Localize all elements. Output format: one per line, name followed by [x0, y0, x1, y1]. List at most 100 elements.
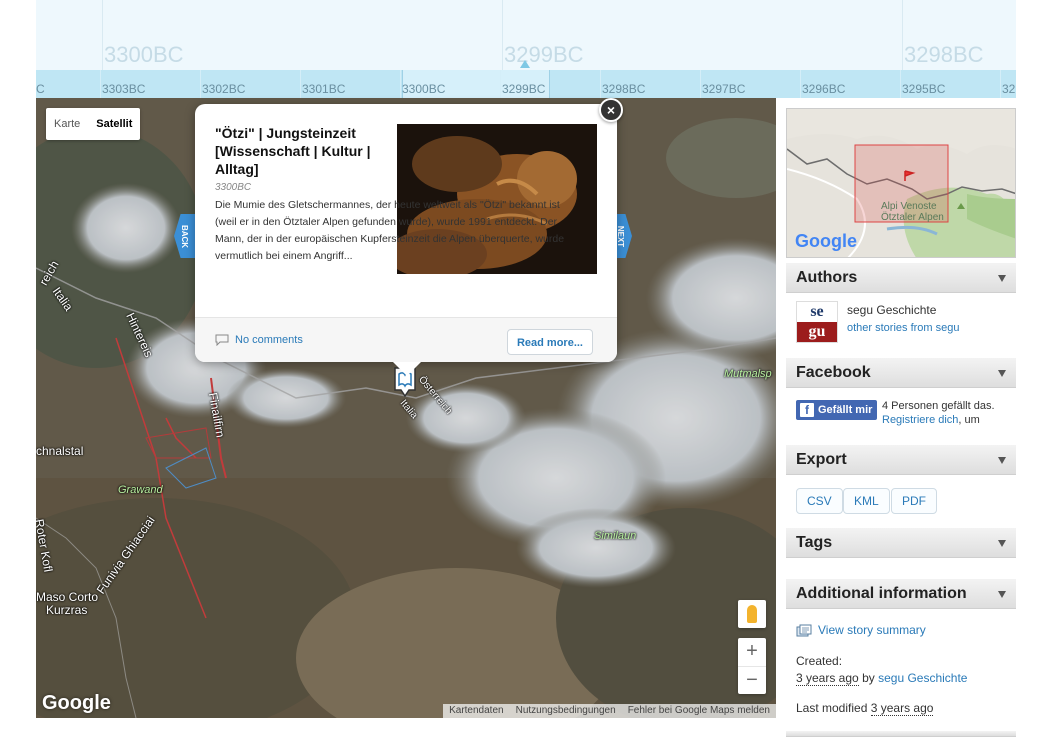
map-type-control: Karte Satellit	[46, 108, 141, 140]
map-type-satellit-button[interactable]: Satellit	[88, 108, 140, 140]
timeline-minor-tick	[300, 70, 301, 98]
created-line: 3 years ago by segu Geschichte	[796, 671, 967, 686]
register-suffix: , um	[958, 414, 980, 426]
timeline-minor-tick	[700, 70, 701, 98]
collapse-arrow-icon	[998, 591, 1006, 598]
modified-line: Last modified 3 years ago	[796, 701, 934, 716]
collapse-arrow-icon	[998, 540, 1006, 547]
comment-icon	[215, 334, 229, 346]
other-stories-link[interactable]: other stories from segu	[847, 322, 960, 334]
authors-section-header[interactable]: Authors	[786, 263, 1016, 293]
tags-section-header[interactable]: Tags	[786, 528, 1016, 558]
export-kml-button[interactable]: KML	[843, 488, 890, 514]
read-more-button[interactable]: Read more...	[506, 329, 593, 355]
timeline-minor-tick	[500, 70, 501, 98]
timeline-minor-tick	[1000, 70, 1001, 98]
story-popup: "Ötzi" | Jungsteinzeit [Wissenschaft | K…	[195, 98, 623, 376]
timeline-event-marker[interactable]	[520, 60, 530, 68]
timeline-minor-label: 3299BC	[502, 82, 546, 96]
modified-label: Last modified	[796, 701, 868, 715]
timeline-major-tick	[102, 0, 103, 70]
facebook-like-button[interactable]: f Gefällt mir	[796, 400, 877, 420]
report-error-link[interactable]: Fehler bei Google Maps melden	[628, 704, 770, 718]
facebook-like-label: Gefällt mir	[818, 404, 873, 416]
timeline-minor-label: 3298BC	[602, 82, 646, 96]
timeline-minor-label: 3295BC	[902, 82, 946, 96]
minimap-google-logo: Google	[795, 231, 857, 252]
view-story-summary-link[interactable]: View story summary	[818, 623, 926, 637]
export-section-header[interactable]: Export	[786, 445, 1016, 475]
timeline-major-tick	[902, 0, 903, 70]
google-logo: Google	[42, 692, 111, 714]
tags-heading: Tags	[796, 534, 833, 551]
map-data-link[interactable]: Kartendaten	[449, 704, 504, 718]
map-place-label: Grawand	[118, 484, 163, 496]
terms-link[interactable]: Nutzungsbedingungen	[516, 704, 616, 718]
created-label: Created:	[796, 654, 843, 668]
timeline[interactable]: 3300BC 3299BC 3298BC C 3303BC 3302BC 330…	[36, 0, 1016, 98]
overview-minimap[interactable]: Alpi Venoste Ötztaler Alpen Google	[786, 108, 1016, 258]
register-link[interactable]: Registriere dich	[882, 414, 958, 426]
author-name: segu Geschichte	[847, 303, 937, 317]
export-csv-button[interactable]: CSV	[796, 488, 843, 514]
timeline-minor-label: 3296BC	[802, 82, 846, 96]
authors-heading: Authors	[796, 269, 858, 286]
avatar-text-top: se	[810, 303, 824, 320]
comments-link[interactable]: No comments	[215, 334, 303, 346]
timeline-minor-label: 3303BC	[102, 82, 146, 96]
zoom-in-button[interactable]: +	[738, 638, 766, 666]
popup-date: 3300BC	[215, 182, 252, 193]
timeline-minor-label: C	[36, 82, 45, 96]
collapse-arrow-icon	[998, 370, 1006, 377]
map-type-karte-button[interactable]: Karte	[46, 108, 88, 140]
timeline-major-label: 3300BC	[104, 42, 184, 67]
export-pdf-button[interactable]: PDF	[891, 488, 937, 514]
timeline-major-label: 3299BC	[504, 42, 584, 67]
minimap-logo-text: Google	[795, 231, 857, 251]
street-view-pegman-icon[interactable]	[738, 600, 766, 628]
timeline-minor-label: 3297BC	[702, 82, 746, 96]
sidebar: Alpi Venoste Ötztaler Alpen Google Autho…	[776, 98, 1061, 737]
timeline-major-label: 3298BC	[904, 42, 984, 67]
modified-time: 3 years ago	[870, 701, 934, 716]
zoom-out-button[interactable]: −	[738, 666, 766, 694]
facebook-heading: Facebook	[796, 364, 871, 381]
minimap-label-line2: Ötztaler Alpen	[881, 212, 944, 223]
minimap-label: Alpi Venoste Ötztaler Alpen	[881, 201, 944, 223]
timeline-minor-tick	[800, 70, 801, 98]
facebook-section-header[interactable]: Facebook	[786, 358, 1016, 388]
back-label: BACK	[180, 224, 190, 248]
popup-description: Die Mumie des Gletschermannes, der heute…	[215, 199, 565, 262]
map-place-label: Maso Corto	[36, 590, 99, 604]
map-place-label: Similaun	[594, 530, 637, 542]
facebook-register-line: Registriere dich, um	[882, 414, 980, 426]
additional-info-section-header[interactable]: Additional information	[786, 579, 1016, 609]
collapse-arrow-icon	[998, 457, 1006, 464]
timeline-minor-tick	[200, 70, 201, 98]
timeline-major-tick	[502, 0, 503, 70]
timeline-minor-label: 3302BC	[202, 82, 246, 96]
next-label: NEXT	[616, 225, 626, 247]
popup-title[interactable]: "Ötzi" | Jungsteinzeit [Wissenschaft | K…	[215, 124, 385, 178]
map-place-label: Mutmalsp	[724, 368, 772, 380]
facebook-count-text: 4 Personen gefällt das.	[882, 400, 995, 412]
minimap-label-line1: Alpi Venoste	[881, 201, 937, 212]
next-section-header	[786, 731, 1016, 737]
map-attribution: Kartendaten Nutzungsbedingungen Fehler b…	[443, 704, 776, 718]
author-avatar[interactable]: se gu	[796, 301, 838, 343]
map-place-label: Kurzras	[46, 603, 88, 617]
timeline-minor-tick	[100, 70, 101, 98]
timeline-minor-label: 3301BC	[302, 82, 346, 96]
collapse-arrow-icon	[998, 275, 1006, 282]
created-time: 3 years ago	[796, 671, 859, 686]
timeline-minor-label: 32	[1002, 82, 1016, 96]
story-summary-row: View story summary	[796, 623, 926, 637]
timeline-minor-tick	[400, 70, 401, 98]
close-popup-button[interactable]: ×	[599, 98, 623, 122]
export-heading: Export	[796, 451, 847, 468]
timeline-minor-label: 3300BC	[402, 82, 446, 96]
map-place-label: chnalstal	[36, 444, 84, 458]
timeline-minor-tick	[600, 70, 601, 98]
created-author-link[interactable]: segu Geschichte	[878, 671, 967, 685]
timeline-minor-tick	[900, 70, 901, 98]
